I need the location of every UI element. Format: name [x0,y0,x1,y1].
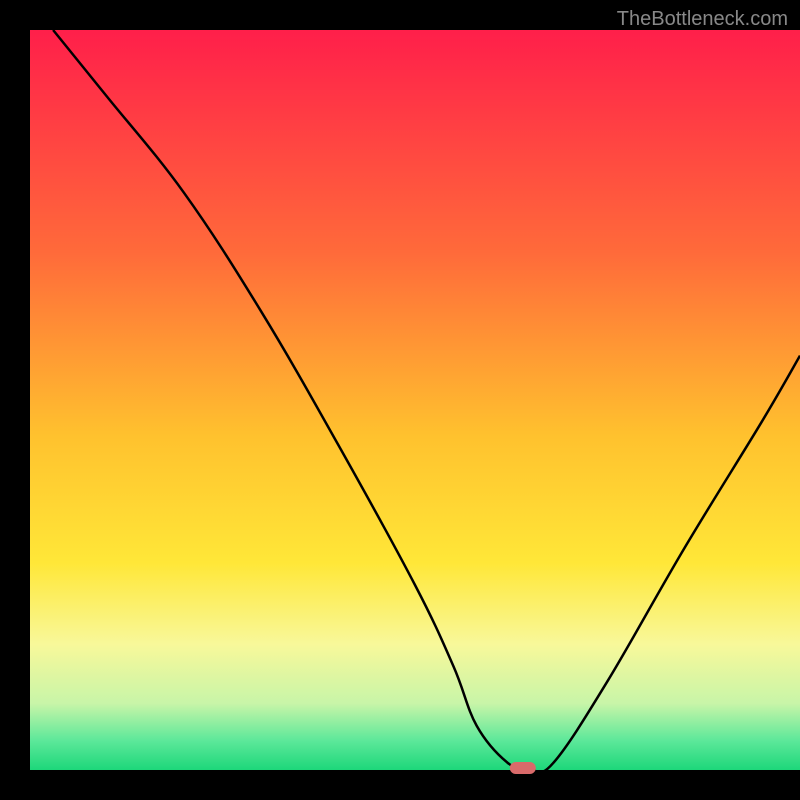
watermark-text: TheBottleneck.com [617,8,788,31]
plot-background [30,30,800,770]
chart-svg [0,0,800,800]
bottleneck-chart [0,0,800,800]
optimum-marker [510,762,536,774]
